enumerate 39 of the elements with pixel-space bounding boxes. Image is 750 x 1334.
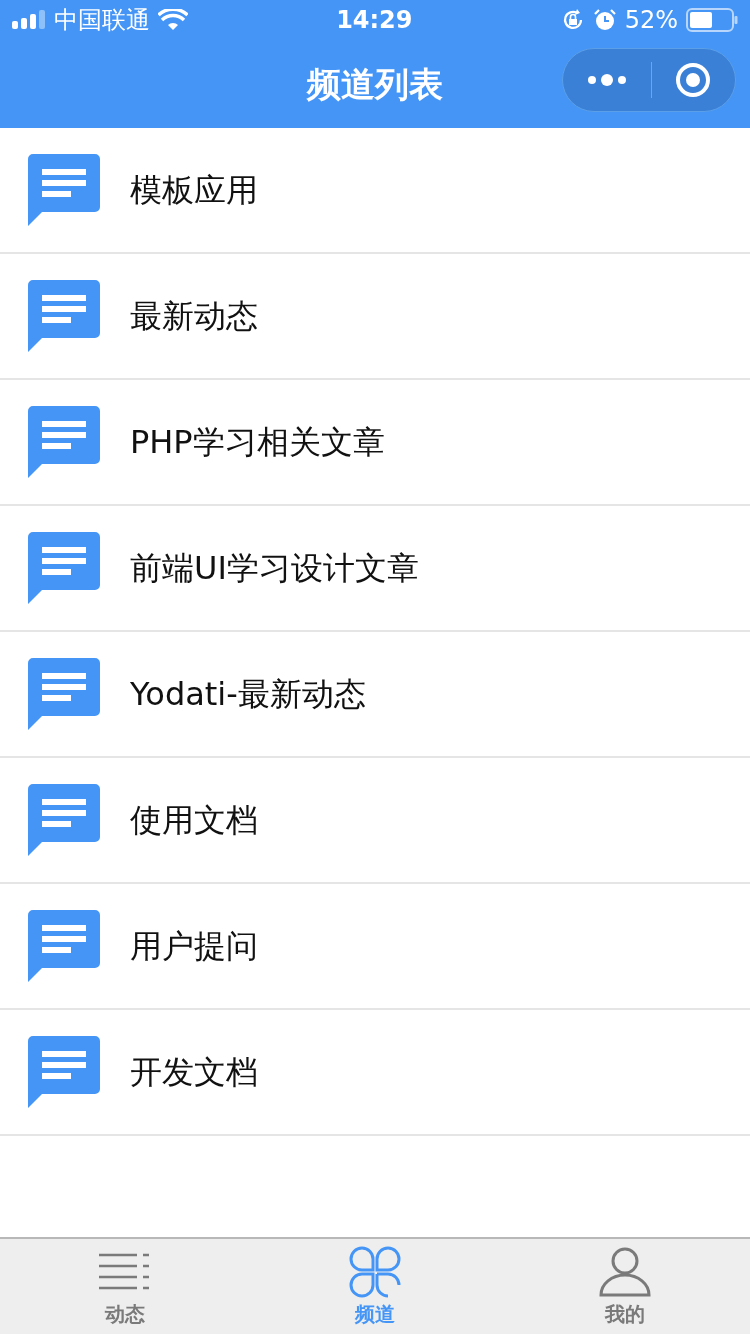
battery-icon <box>686 8 738 32</box>
channel-title: 最新动态 <box>130 296 258 337</box>
channel-item[interactable]: 最新动态 <box>0 254 750 380</box>
wifi-icon <box>158 9 188 31</box>
status-time: 14:29 <box>336 5 413 36</box>
channel-item[interactable]: 模板应用 <box>0 128 750 254</box>
channel-title: 开发文档 <box>130 1052 258 1093</box>
channel-title: PHP学习相关文章 <box>130 422 385 463</box>
message-icon <box>28 154 100 226</box>
message-icon <box>28 910 100 982</box>
signal-icon <box>12 10 46 30</box>
channel-item[interactable]: 用户提问 <box>0 884 750 1010</box>
channel-item[interactable]: Yodati-最新动态 <box>0 632 750 758</box>
page-title: 频道列表 <box>307 62 443 106</box>
clover-icon <box>349 1246 401 1298</box>
tab-item[interactable]: 我的 <box>500 1239 750 1334</box>
message-icon <box>28 406 100 478</box>
battery-percent: 52% <box>624 5 678 36</box>
channel-title: 模板应用 <box>130 170 258 211</box>
alarm-icon <box>592 8 617 32</box>
close-icon[interactable] <box>675 62 712 98</box>
message-icon <box>28 784 100 856</box>
channel-item[interactable]: 开发文档 <box>0 1010 750 1136</box>
channel-title: 用户提问 <box>130 926 258 967</box>
channel-title: 使用文档 <box>130 800 258 841</box>
tab-item[interactable]: 动态 <box>0 1239 250 1334</box>
person-icon <box>599 1247 651 1297</box>
list-icon <box>99 1252 151 1292</box>
carrier-name: 中国联通 <box>54 5 150 36</box>
message-icon <box>28 532 100 604</box>
message-icon <box>28 658 100 730</box>
channel-title: Yodati-最新动态 <box>130 674 366 715</box>
channel-title: 前端UI学习设计文章 <box>130 548 419 589</box>
message-icon <box>28 280 100 352</box>
channel-item[interactable]: 使用文档 <box>0 758 750 884</box>
channel-item[interactable]: PHP学习相关文章 <box>0 380 750 506</box>
more-icon[interactable] <box>586 73 627 87</box>
channel-item[interactable]: 前端UI学习设计文章 <box>0 506 750 632</box>
message-icon <box>28 1036 100 1108</box>
